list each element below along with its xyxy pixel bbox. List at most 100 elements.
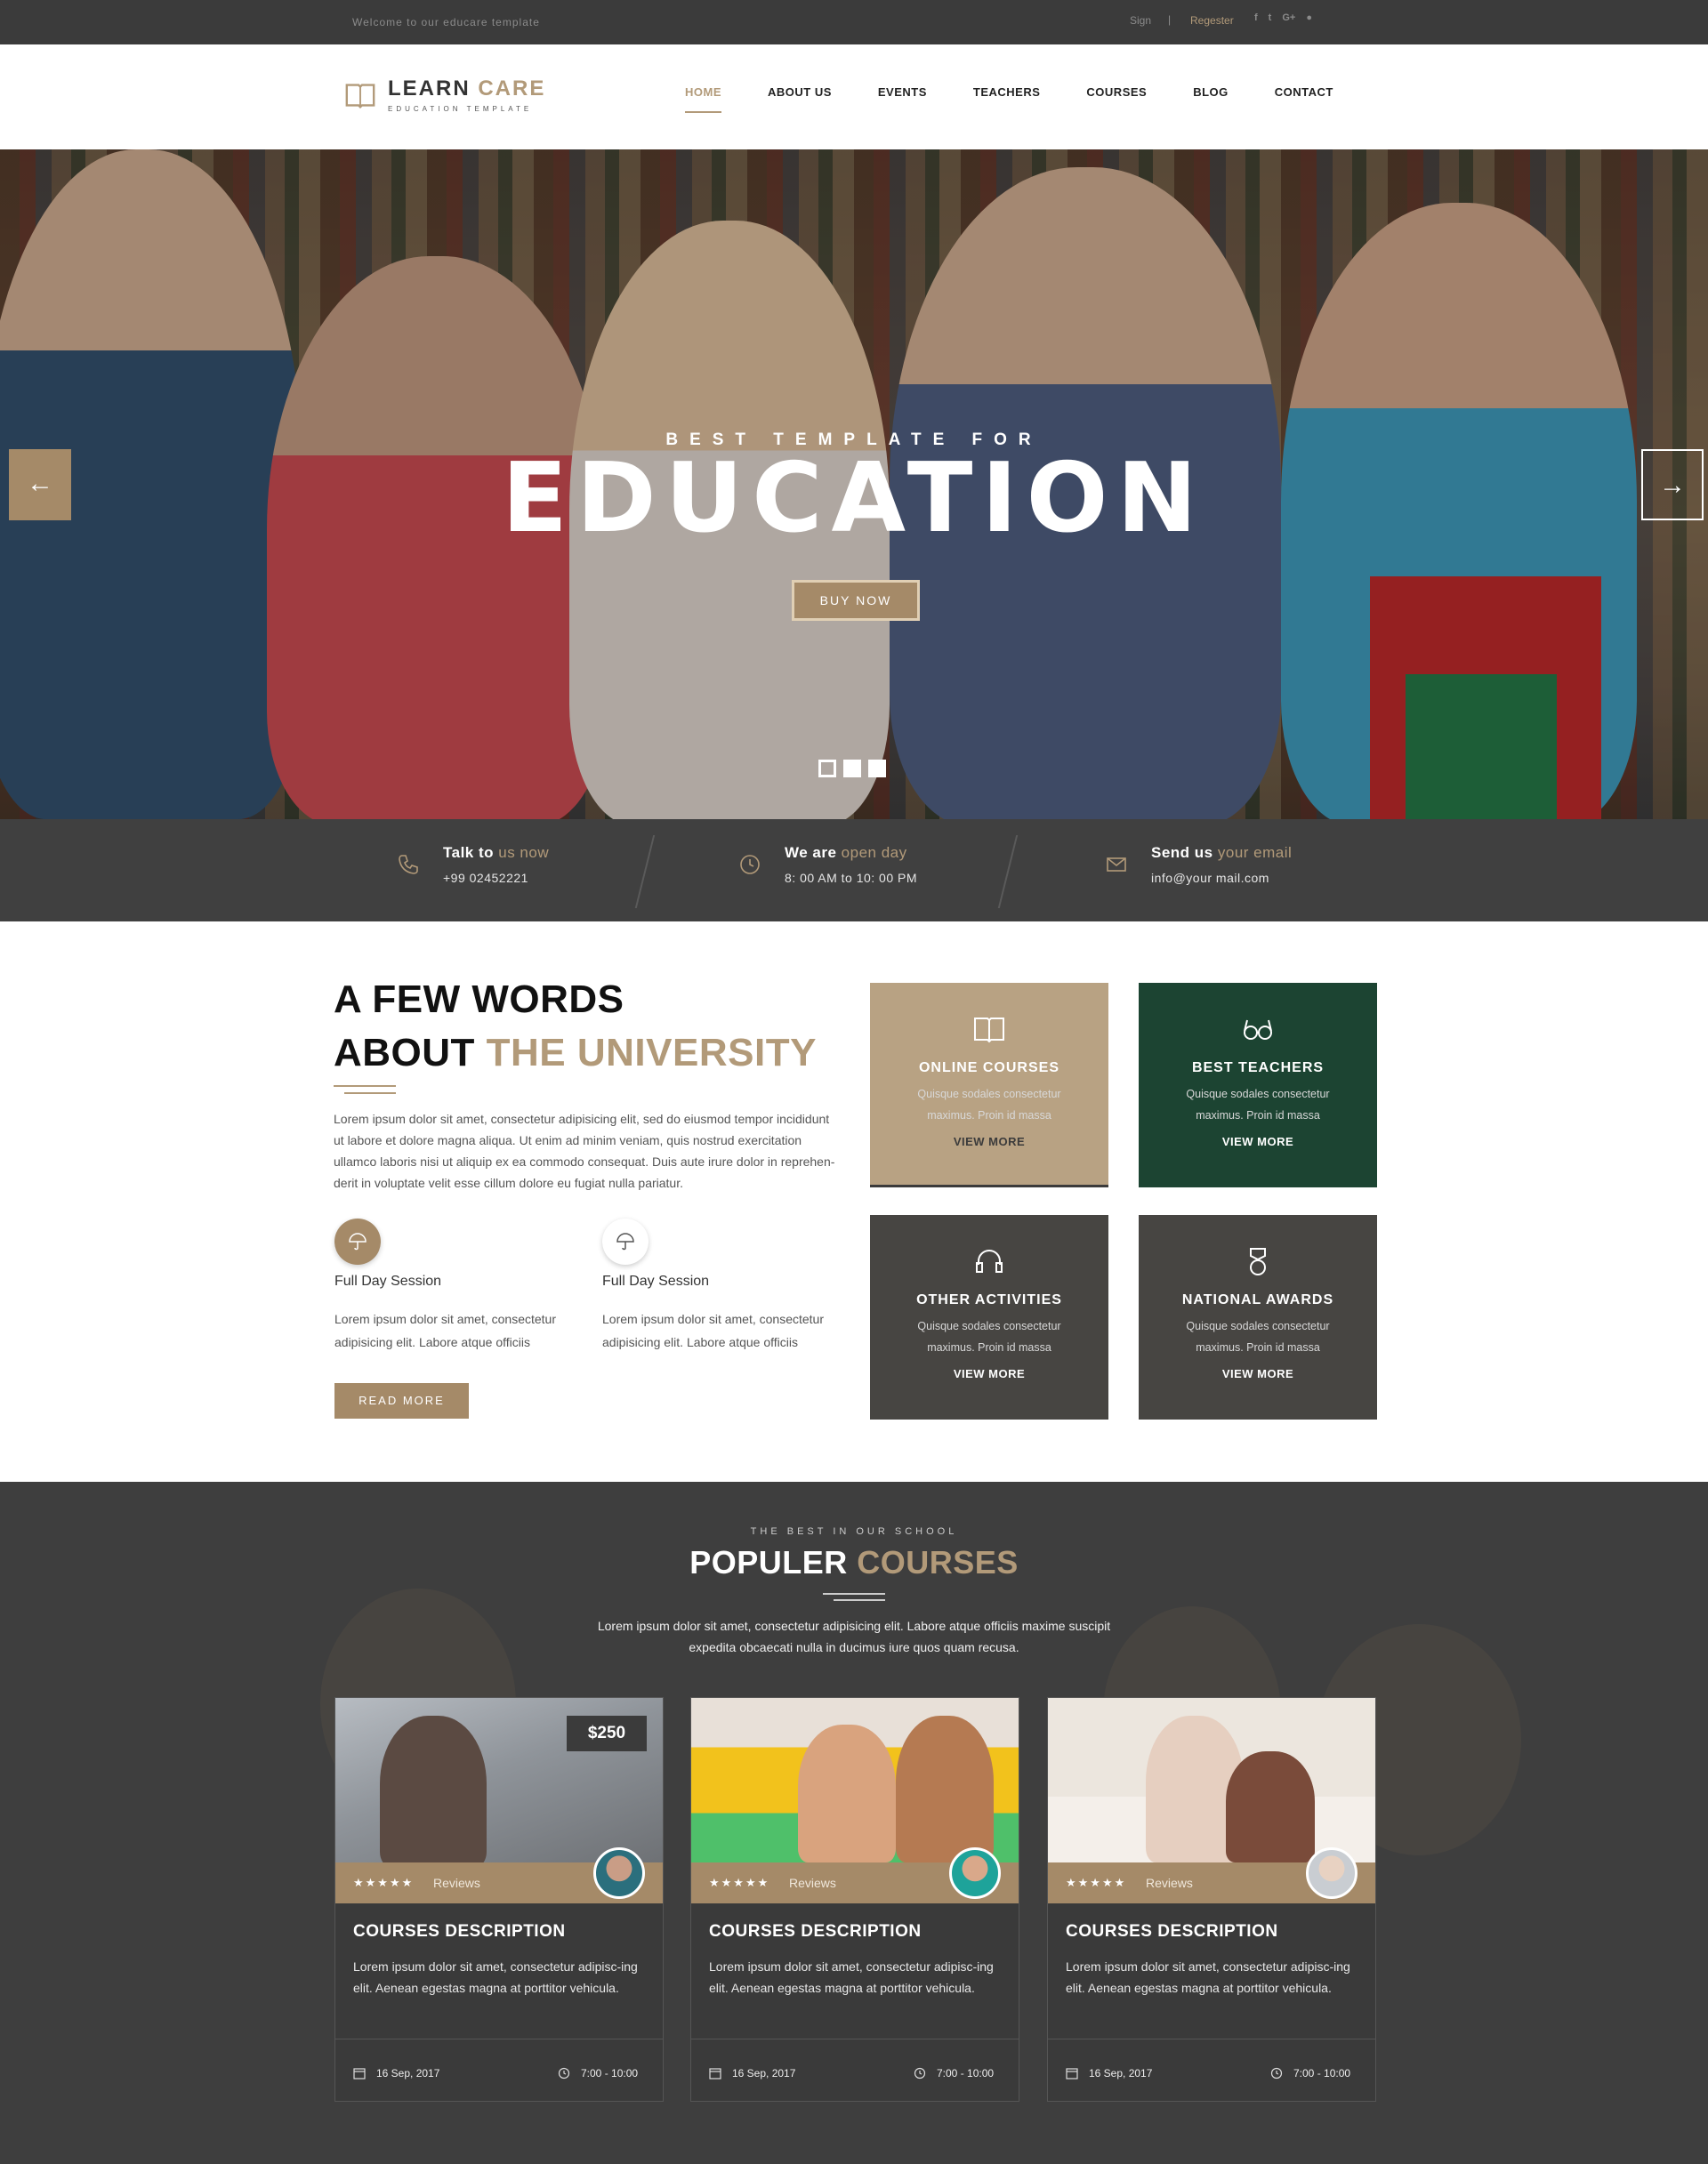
logo[interactable]: LEARN CARE EDUCATION TEMPLATE [343, 76, 545, 113]
course-title[interactable]: COURSES DESCRIPTION [709, 1922, 922, 1942]
brand-name: LEARN CARE [388, 76, 545, 101]
course-description: Lorem ipsum dolor sit amet, consectetur … [353, 1959, 638, 1995]
nav-teachers[interactable]: TEACHERS [973, 85, 1041, 113]
slider-prev-arrow-icon[interactable]: ← [9, 449, 71, 520]
course-card[interactable]: ★★★★★ Reviews COURSES DESCRIPTION Lorem … [690, 1697, 1019, 2102]
course-card[interactable]: $250 ★★★★★ Reviews COURSES DESCRIPTION L… [334, 1697, 664, 2102]
reviews-link[interactable]: Reviews [433, 1876, 480, 1890]
session-item: Full Day Session Lorem ipsum dolor sit a… [602, 1219, 842, 1354]
feature-text: Quisque sodales consectetur maximus. Pro… [1186, 1320, 1330, 1354]
heading-underline [834, 1599, 885, 1601]
book-icon [345, 83, 375, 109]
dribbble-icon[interactable]: ● [1306, 12, 1312, 23]
heading-underline [344, 1092, 396, 1094]
brand-tagline: EDUCATION TEMPLATE [388, 105, 533, 113]
feature-other-activities[interactable]: OTHER ACTIVITIES Quisque sodales consect… [870, 1215, 1108, 1420]
brand-name-part1: LEARN [388, 76, 479, 101]
calendar-icon [709, 2068, 721, 2080]
feature-text: Quisque sodales consectetur maximus. Pro… [917, 1320, 1061, 1354]
session-item: Full Day Session Lorem ipsum dolor sit a… [334, 1219, 575, 1354]
read-more-button[interactable]: READ MORE [334, 1383, 469, 1419]
top-bar: Welcome to our educare template Sign | R… [0, 0, 1708, 44]
contact-phone-title: Talk to us now [443, 844, 549, 862]
star-rating-icon: ★★★★★ [709, 1876, 770, 1889]
teacher-avatar [949, 1847, 1001, 1899]
umbrella-icon [334, 1219, 381, 1265]
slider-next-arrow-icon[interactable]: → [1641, 449, 1704, 520]
nav-home[interactable]: HOME [685, 85, 721, 113]
contact-email-title-a: Send us [1151, 844, 1218, 861]
phone-icon [399, 855, 418, 874]
buy-now-button[interactable]: BUY NOW [792, 580, 920, 621]
view-more-link[interactable]: VIEW MORE [1139, 1367, 1377, 1380]
contact-hours: We are open day 8: 00 AM to 10: 00 PM [738, 844, 917, 885]
course-date-text: 16 Sep, 2017 [1089, 2067, 1153, 2080]
facebook-icon[interactable]: f [1254, 12, 1258, 23]
session-title: Full Day Session [602, 1274, 710, 1289]
slider-dot[interactable] [843, 760, 861, 777]
hero-slider: BEST TEMPLATE FOR EDUCATION BUY NOW ← → [0, 149, 1708, 819]
contact-email-value[interactable]: info@your mail.com [1151, 871, 1292, 885]
nav-events[interactable]: EVENTS [878, 85, 927, 113]
register-link[interactable]: Regester [1190, 14, 1234, 27]
slider-dot[interactable] [868, 760, 886, 777]
courses-kicker: THE BEST IN OUR SCHOOL [750, 1526, 958, 1537]
student-image [896, 1716, 994, 1862]
slider-dots [818, 760, 886, 777]
main-nav: HOME ABOUT US EVENTS TEACHERS COURSES BL… [685, 85, 1380, 113]
contact-phone-value: +99 02452221 [443, 871, 528, 885]
nav-about-us[interactable]: ABOUT US [768, 85, 832, 113]
twitter-icon[interactable]: t [1269, 12, 1272, 23]
course-time: 7:00 - 10:00 [914, 2067, 994, 2080]
contact-strip: Talk to us now +99 02452221 We are open … [0, 819, 1708, 921]
view-more-link[interactable]: VIEW MORE [870, 1135, 1108, 1148]
feature-text: Quisque sodales consectetur maximus. Pro… [1186, 1088, 1330, 1122]
teacher-avatar [1306, 1847, 1358, 1899]
calendar-icon [1066, 2068, 1078, 2080]
course-image [691, 1698, 1019, 1862]
view-more-link[interactable]: VIEW MORE [870, 1367, 1108, 1380]
feature-online-courses[interactable]: ONLINE COURSES Quisque sodales consectet… [870, 983, 1108, 1187]
courses-heading: POPULER COURSES [0, 1544, 1708, 1581]
book-icon [974, 1018, 1004, 1043]
student-image [798, 1725, 896, 1862]
hero-title: EDUCATION [502, 443, 1206, 554]
teacher-avatar [593, 1847, 645, 1899]
course-description: Lorem ipsum dolor sit amet, consectetur … [1066, 1959, 1350, 1995]
course-time-text: 7:00 - 10:00 [1293, 2067, 1351, 2080]
slider-dot[interactable] [818, 760, 836, 777]
nav-contact[interactable]: CONTACT [1275, 85, 1333, 113]
clock-icon [558, 2067, 570, 2080]
heading-underline [334, 1085, 396, 1087]
sign-in-link[interactable]: Sign [1130, 14, 1151, 27]
session-title: Full Day Session [334, 1274, 442, 1289]
separator: | [1168, 13, 1172, 26]
feature-title: BEST TEACHERS [1191, 1060, 1325, 1075]
contact-phone-title-a: Talk to [443, 844, 499, 861]
popular-courses-section: THE BEST IN OUR SCHOOL POPULER COURSES L… [0, 1482, 1708, 2164]
course-date-text: 16 Sep, 2017 [732, 2067, 796, 2080]
reviews-link[interactable]: Reviews [1146, 1876, 1193, 1890]
contact-email-title-b: your email [1217, 844, 1293, 861]
course-time: 7:00 - 10:00 [558, 2067, 638, 2080]
google-plus-icon[interactable]: G+ [1282, 12, 1295, 23]
view-more-link[interactable]: VIEW MORE [1139, 1135, 1377, 1148]
course-time: 7:00 - 10:00 [1270, 2067, 1350, 2080]
header: LEARN CARE EDUCATION TEMPLATE HOME ABOUT… [0, 44, 1708, 149]
feature-title: NATIONAL AWARDS [1181, 1292, 1334, 1307]
nav-courses[interactable]: COURSES [1086, 85, 1147, 113]
reviews-link[interactable]: Reviews [789, 1876, 836, 1890]
headset-icon [976, 1250, 1003, 1273]
courses-heading-b: COURSES [857, 1544, 1019, 1581]
course-date: 16 Sep, 2017 [709, 2067, 795, 2080]
heading-underline [823, 1593, 885, 1595]
clock-icon [914, 2067, 926, 2080]
feature-best-teachers[interactable]: BEST TEACHERS Quisque sodales consectetu… [1139, 983, 1377, 1187]
contact-hours-value: 8: 00 AM to 10: 00 PM [785, 871, 918, 885]
course-card[interactable]: ★★★★★ Reviews COURSES DESCRIPTION Lorem … [1047, 1697, 1376, 2102]
feature-national-awards[interactable]: NATIONAL AWARDS Quisque sodales consecte… [1139, 1215, 1377, 1420]
course-title[interactable]: COURSES DESCRIPTION [353, 1922, 566, 1942]
nav-blog[interactable]: BLOG [1193, 85, 1229, 113]
course-title[interactable]: COURSES DESCRIPTION [1066, 1922, 1278, 1942]
medal-icon [1250, 1248, 1266, 1275]
